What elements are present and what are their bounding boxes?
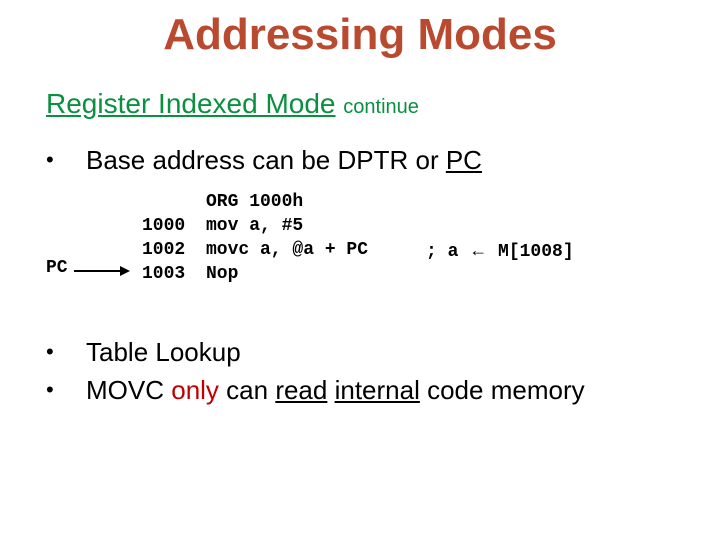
bullet-2-text: Table Lookup <box>86 336 241 368</box>
bullet-dot: • <box>46 336 86 368</box>
code-comment: ; a ← M[1008] <box>426 238 574 264</box>
bullet-dot: • <box>46 374 86 406</box>
bullet-dot: • <box>46 144 86 176</box>
slide: Addressing Modes Register Indexed Mode c… <box>0 0 720 540</box>
code-instructions: ORG 1000h mov a, #5 movc a, @a + PC Nop <box>206 190 368 286</box>
bullet-3-text: MOVC only can read internal code memory <box>86 374 585 406</box>
b3-p7: code memory <box>420 375 585 405</box>
b3-p5 <box>327 375 334 405</box>
b3-read: read <box>275 375 327 405</box>
bullet-1-pc: PC <box>446 145 482 175</box>
b3-internal: internal <box>335 375 420 405</box>
subtitle-main: Register Indexed Mode <box>46 88 336 119</box>
comment-pre: ; a <box>426 242 469 262</box>
slide-title: Addressing Modes <box>0 0 720 60</box>
arrow-right-icon <box>74 266 130 276</box>
b3-only: only <box>171 375 219 405</box>
arrow-left-icon: ← <box>469 240 487 260</box>
bullet-1: • Base address can be DPTR or PC <box>46 144 720 176</box>
code-addresses: 1000 1002 1003 <box>142 214 185 286</box>
slide-subtitle: Register Indexed Mode continue <box>46 88 720 120</box>
b3-p3: can <box>219 375 275 405</box>
bullet-3: • MOVC only can read internal code memor… <box>46 374 720 406</box>
bullet-list-top: • Base address can be DPTR or PC <box>46 144 720 176</box>
pc-label: PC <box>46 258 68 278</box>
code-block: PC 1000 1002 1003 ORG 1000h mov a, #5 mo… <box>46 190 720 310</box>
b3-p1: MOVC <box>86 375 171 405</box>
comment-post: M[1008] <box>487 242 573 262</box>
bullet-list-bottom: • Table Lookup • MOVC only can read inte… <box>46 336 720 406</box>
bullet-2: • Table Lookup <box>46 336 720 368</box>
bullet-1-text: Base address can be DPTR or PC <box>86 144 482 176</box>
bullet-1-pre: Base address can be DPTR or <box>86 145 446 175</box>
subtitle-continue: continue <box>343 96 419 118</box>
